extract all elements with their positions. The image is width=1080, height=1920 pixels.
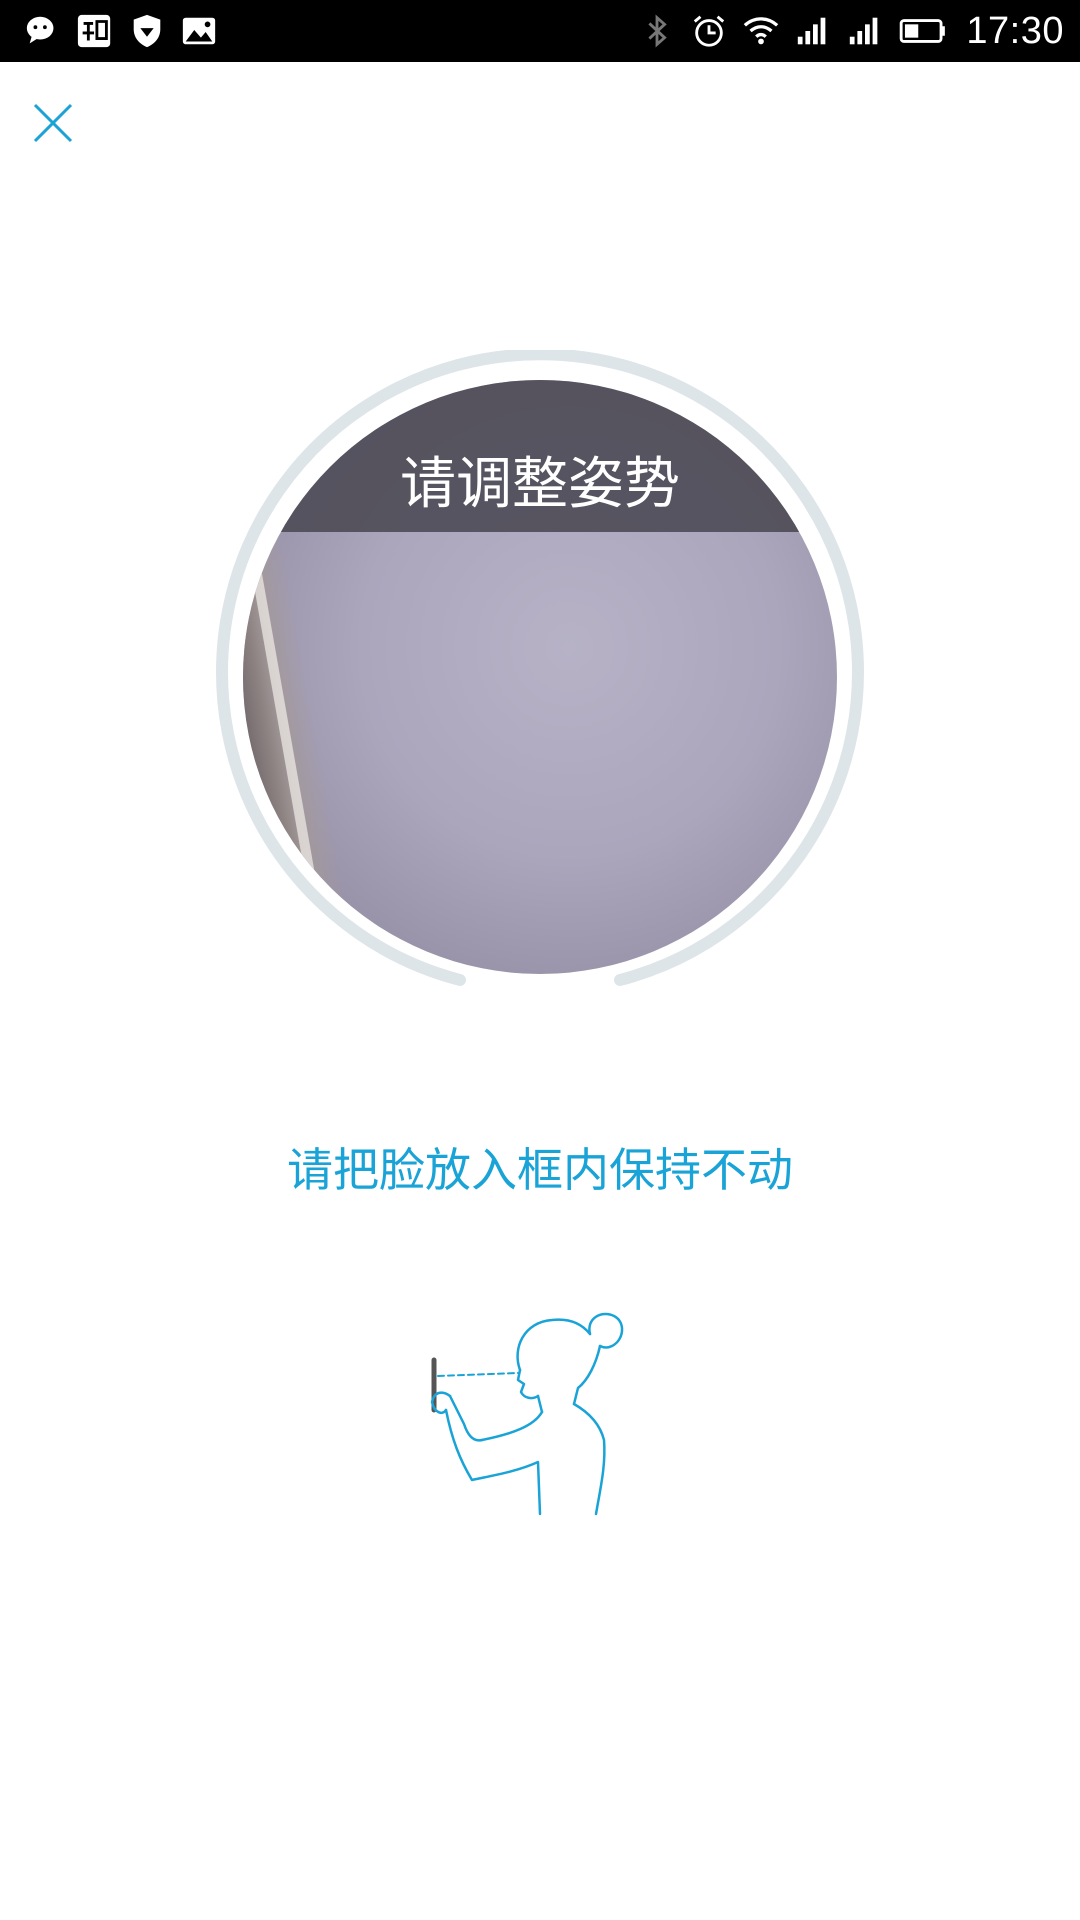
face-capture-frame: 请调整姿势 — [213, 350, 867, 1004]
status-time: 17:30 — [966, 9, 1064, 52]
signal-icon — [850, 17, 878, 45]
instruction-text: 请把脸放入框内保持不动 — [287, 1143, 793, 1197]
bluetooth-icon — [648, 14, 668, 48]
pose-hint-banner: 请调整姿势 — [243, 380, 837, 532]
status-bar: 17:30 — [0, 0, 1080, 62]
close-icon[interactable] — [30, 100, 76, 146]
wifi-icon — [744, 17, 779, 45]
battery-icon — [900, 19, 946, 43]
zhihu-icon — [77, 14, 111, 48]
status-bar-notifications — [24, 0, 218, 62]
person-holding-phone-icon — [430, 1312, 624, 1516]
status-bar-system: 17:30 — [638, 0, 1064, 62]
image-icon — [182, 17, 216, 45]
alarm-icon — [694, 15, 725, 47]
shield-icon — [133, 14, 161, 48]
camera-preview: 请调整姿势 — [243, 380, 837, 974]
wechat-icon — [26, 16, 54, 44]
pose-hint-text: 请调整姿势 — [400, 452, 680, 517]
signal-icon — [798, 17, 826, 45]
